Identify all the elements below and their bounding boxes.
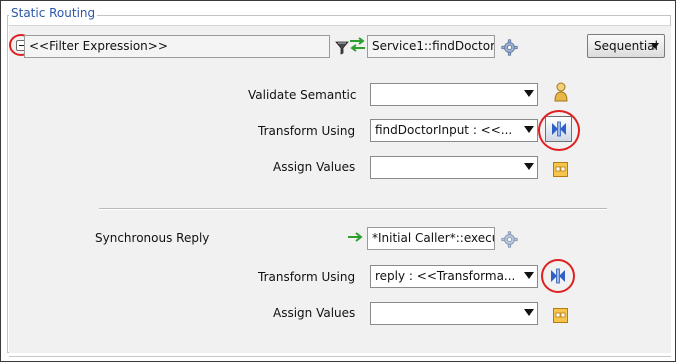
reply-assign-label: Assign Values	[273, 306, 356, 320]
request-transform-select[interactable]: findDoctorInput : <<...	[370, 119, 538, 142]
gear-icon[interactable]	[501, 39, 518, 56]
chevron-down-icon	[524, 309, 534, 316]
reply-transform-value: reply : <<Transforma...	[375, 269, 516, 283]
routing-rule-panel: <<Filter Expression>> Service1::findDoct…	[9, 25, 671, 357]
validate-semantic-select[interactable]	[370, 83, 538, 106]
request-transform-value: findDoctorInput : <<...	[375, 123, 513, 137]
section-legend: Static Routing	[9, 6, 98, 20]
chevron-down-icon	[524, 126, 534, 133]
assign-values-icon[interactable]	[553, 308, 568, 323]
filter-expression-field[interactable]: <<Filter Expression>>	[24, 35, 330, 58]
request-transform-label: Transform Using	[258, 124, 356, 138]
chevron-down-icon	[524, 163, 534, 170]
section-divider	[99, 208, 607, 210]
request-assign-label: Assign Values	[273, 160, 356, 174]
chevron-down-icon	[524, 90, 534, 97]
funnel-filter-icon[interactable]	[335, 41, 349, 55]
execution-mode-label: Sequential	[594, 39, 658, 53]
reply-transform-label: Transform Using	[258, 270, 356, 284]
green-right-arrow-icon	[347, 232, 365, 242]
reply-target-field[interactable]: *Initial Caller*::execute:ou	[367, 227, 495, 250]
synchronous-reply-label: Synchronous Reply	[95, 231, 210, 245]
reply-assign-select[interactable]	[370, 302, 538, 325]
chevron-down-icon	[651, 43, 659, 49]
validate-semantic-label: Validate Semantic	[248, 88, 357, 102]
chevron-down-icon	[524, 272, 534, 279]
green-bidirectional-arrows-icon	[349, 37, 366, 52]
gear-icon[interactable]	[501, 231, 518, 248]
panel-bottom-border	[9, 356, 671, 357]
schematron-person-icon[interactable]	[553, 81, 569, 103]
reply-mapper-highlight-ring	[541, 259, 575, 293]
request-mapper-highlight-ring	[538, 110, 580, 151]
assign-values-icon[interactable]	[553, 162, 568, 177]
execution-mode-dropdown[interactable]: Sequential	[587, 34, 665, 58]
static-routing-frame: Static Routing <<Filter Expression>> Ser…	[0, 0, 676, 362]
service-field[interactable]: Service1::findDoctor	[367, 35, 495, 58]
reply-transform-select[interactable]: reply : <<Transforma...	[370, 265, 538, 288]
request-assign-select[interactable]	[370, 156, 538, 179]
